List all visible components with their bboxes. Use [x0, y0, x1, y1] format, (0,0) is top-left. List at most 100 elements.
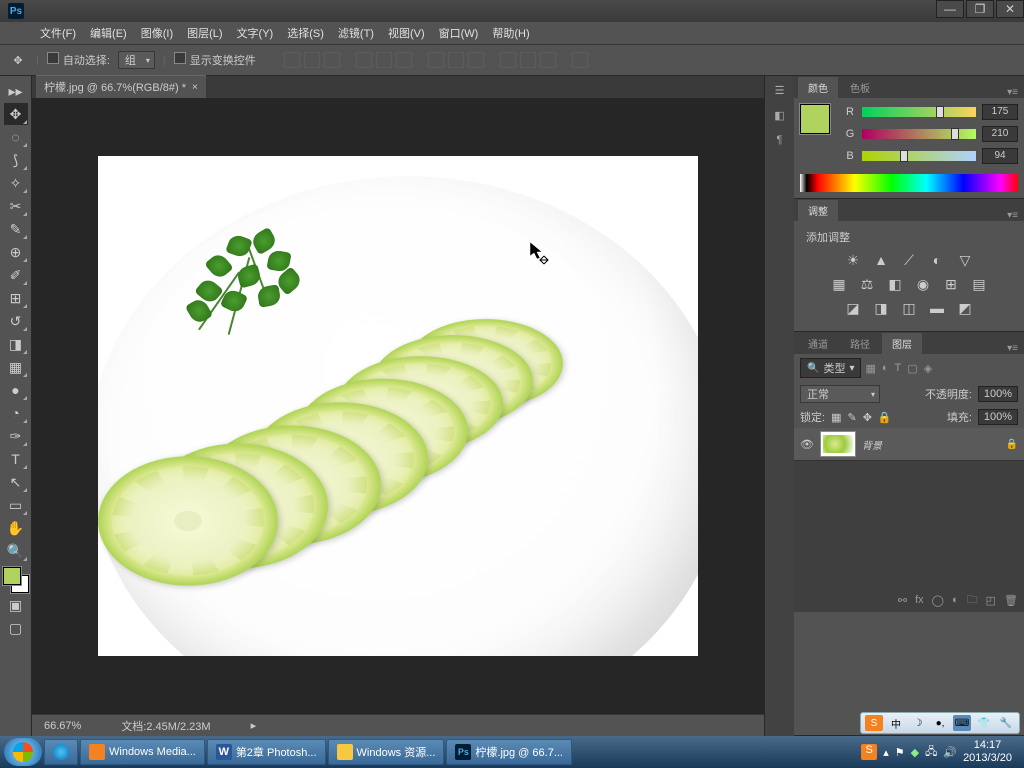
mask-icon[interactable]: ◯: [932, 594, 944, 607]
task-photoshop[interactable]: Ps柠檬.jpg @ 66.7...: [446, 739, 572, 765]
tab-adjustments[interactable]: 调整: [798, 200, 838, 221]
menu-image[interactable]: 图像(I): [135, 23, 179, 43]
history-brush-tool[interactable]: ↺: [4, 310, 28, 332]
visibility-icon[interactable]: 👁: [800, 438, 814, 451]
shape-tool[interactable]: ▭: [4, 494, 28, 516]
auto-select-checkbox[interactable]: 自动选择:: [47, 52, 110, 68]
spectrum-picker[interactable]: [800, 174, 1018, 192]
canvas-area[interactable]: [32, 98, 764, 714]
doc-info[interactable]: 文档:2.45M/2.23M: [121, 718, 210, 734]
clock[interactable]: 14:17 2013/3/20: [963, 739, 1012, 765]
brush-tool[interactable]: ✐: [4, 264, 28, 286]
maximize-button[interactable]: ❐: [966, 0, 994, 18]
lock-pixel-icon[interactable]: ▦: [831, 411, 841, 424]
link-icon[interactable]: ⚯: [898, 594, 907, 607]
group-icon[interactable]: 🗀: [967, 591, 978, 610]
panel-menu-icon[interactable]: ▾≡: [1007, 87, 1024, 98]
menu-edit[interactable]: 编辑(E): [84, 23, 133, 43]
lock-all-icon[interactable]: 🔒: [878, 411, 892, 424]
gradient-map-icon[interactable]: ▬: [928, 299, 946, 317]
distribute-left-icon[interactable]: [500, 52, 516, 68]
b-slider[interactable]: [862, 151, 976, 161]
current-color-swatch[interactable]: [800, 104, 830, 134]
balance-icon[interactable]: ⚖: [858, 275, 876, 293]
show-transform-checkbox[interactable]: 显示变换控件: [174, 52, 256, 68]
tab-swatches[interactable]: 色板: [840, 77, 880, 98]
sogou-icon[interactable]: S: [865, 715, 883, 731]
tray-up-icon[interactable]: ▴: [883, 746, 889, 759]
selective-icon[interactable]: ◩: [956, 299, 974, 317]
layer-filter-type[interactable]: 🔍 类型 ▾: [800, 358, 861, 378]
minimize-button[interactable]: —: [936, 0, 964, 18]
task-explorer[interactable]: Windows 资源...: [328, 739, 445, 765]
tray-network-icon[interactable]: 🖧: [925, 743, 937, 762]
tab-grip-icon[interactable]: ▸▸: [4, 80, 28, 102]
foreground-swatch[interactable]: [3, 567, 21, 585]
close-button[interactable]: ✕: [996, 0, 1024, 18]
distribute-bottom-icon[interactable]: [468, 52, 484, 68]
statusbar-arrow-icon[interactable]: ▸: [251, 719, 257, 732]
g-input[interactable]: 210: [982, 126, 1018, 142]
heal-tool[interactable]: ⊕: [4, 241, 28, 263]
align-hcenter-icon[interactable]: [376, 52, 392, 68]
gradient-tool[interactable]: ▦: [4, 356, 28, 378]
stamp-tool[interactable]: ⊞: [4, 287, 28, 309]
close-tab-icon[interactable]: ×: [192, 82, 198, 93]
tray-volume-icon[interactable]: 🔊: [943, 746, 957, 759]
path-tool[interactable]: ↖: [4, 471, 28, 493]
layer-item[interactable]: 👁 背景 🔒: [794, 428, 1024, 461]
wand-tool[interactable]: ✧: [4, 172, 28, 194]
distribute-vcenter-icon[interactable]: [448, 52, 464, 68]
filter-pixel-icon[interactable]: ▦: [865, 362, 875, 375]
fill-adj-icon[interactable]: ◐: [952, 594, 959, 606]
exposure-icon[interactable]: ◐: [928, 251, 946, 269]
g-slider[interactable]: [862, 129, 976, 139]
type-tool[interactable]: T: [4, 448, 28, 470]
delete-icon[interactable]: 🗑: [1004, 594, 1018, 607]
align-bottom-icon[interactable]: [324, 52, 340, 68]
zoom-level[interactable]: 66.67%: [44, 720, 81, 732]
eraser-tool[interactable]: ◨: [4, 333, 28, 355]
panel-menu-icon[interactable]: ▾≡: [1007, 343, 1024, 354]
b-input[interactable]: 94: [982, 148, 1018, 164]
quickmask-tool[interactable]: ▣: [4, 594, 28, 616]
fill-input[interactable]: 100%: [978, 409, 1018, 425]
sogou-tray-icon[interactable]: S: [861, 744, 877, 760]
bw-icon[interactable]: ◧: [886, 275, 904, 293]
align-left-icon[interactable]: [356, 52, 372, 68]
menu-filter[interactable]: 滤镜(T): [332, 23, 380, 43]
ime-punct-icon[interactable]: ●,: [931, 715, 949, 731]
hue-icon[interactable]: ▦: [830, 275, 848, 293]
properties-panel-icon[interactable]: ◧: [774, 109, 784, 122]
distribute-top-icon[interactable]: [428, 52, 444, 68]
eyedropper-tool[interactable]: ✎: [4, 218, 28, 240]
screenmode-tool[interactable]: ▢: [4, 617, 28, 639]
align-vcenter-icon[interactable]: [304, 52, 320, 68]
auto-align-icon[interactable]: [572, 52, 588, 68]
threshold-icon[interactable]: ◫: [900, 299, 918, 317]
r-slider[interactable]: [862, 107, 976, 117]
menu-type[interactable]: 文字(Y): [231, 23, 280, 43]
fx-icon[interactable]: fx: [915, 594, 924, 606]
character-panel-icon[interactable]: ¶: [777, 134, 783, 146]
menu-help[interactable]: 帮助(H): [486, 23, 535, 43]
ie-pinned[interactable]: [44, 739, 78, 765]
task-wmp[interactable]: Windows Media...: [80, 739, 205, 765]
distribute-right-icon[interactable]: [540, 52, 556, 68]
menu-file[interactable]: 文件(F): [34, 23, 82, 43]
filter-adjust-icon[interactable]: ◐: [882, 362, 889, 375]
ime-keyboard-icon[interactable]: ⌨: [953, 715, 971, 731]
ime-toolbar[interactable]: S 中 ☽ ●, ⌨ 👕 🔧: [860, 712, 1020, 734]
tab-channels[interactable]: 通道: [798, 333, 838, 354]
ime-wrench-icon[interactable]: 🔧: [997, 715, 1015, 731]
lookup-icon[interactable]: ▤: [970, 275, 988, 293]
layer-thumbnail[interactable]: [820, 431, 856, 457]
crop-tool[interactable]: ✂: [4, 195, 28, 217]
auto-select-dropdown[interactable]: 组: [118, 51, 155, 69]
distribute-hcenter-icon[interactable]: [520, 52, 536, 68]
document-tab[interactable]: 柠檬.jpg @ 66.7%(RGB/8#) * ×: [36, 75, 206, 98]
tray-safe-icon[interactable]: ◆: [911, 746, 919, 759]
align-right-icon[interactable]: [396, 52, 412, 68]
menu-view[interactable]: 视图(V): [382, 23, 431, 43]
vibrance-icon[interactable]: ▽: [956, 251, 974, 269]
